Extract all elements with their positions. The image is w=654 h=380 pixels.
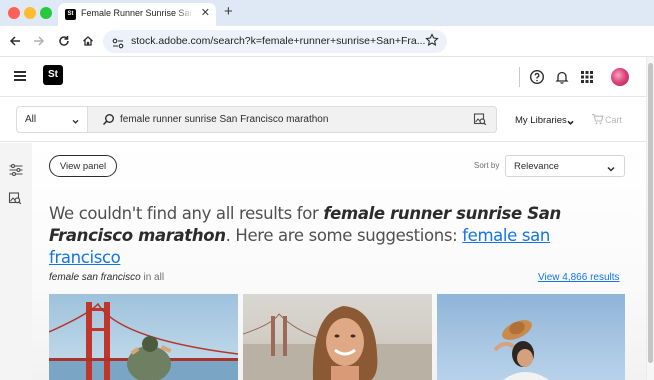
sort-by-label: Sort by bbox=[474, 161, 500, 170]
close-tab-icon[interactable]: ✕ bbox=[201, 7, 210, 19]
cart-icon[interactable] bbox=[591, 112, 604, 130]
golden-gate-photo bbox=[49, 302, 238, 380]
view-results-link[interactable]: View 4,866 results bbox=[538, 272, 620, 283]
visual-search-rail-icon[interactable] bbox=[8, 191, 24, 207]
search-scope-label: All bbox=[25, 114, 37, 125]
chevron-down-icon[interactable] bbox=[566, 114, 575, 132]
my-libraries-button[interactable]: My Libraries bbox=[515, 115, 567, 126]
main-content: View panel Sort by Relevance We couldn't… bbox=[32, 143, 646, 380]
filters-icon[interactable] bbox=[8, 162, 24, 178]
search-scope-select[interactable]: All bbox=[17, 107, 88, 132]
sort-value: Relevance bbox=[514, 161, 559, 172]
no-results-prefix: We couldn't find any all results for bbox=[49, 204, 324, 223]
adobe-stock-favicon-icon: St bbox=[65, 9, 76, 20]
no-results-middle: . Here are some suggestions: bbox=[225, 226, 463, 245]
sort-select[interactable]: Relevance bbox=[505, 155, 625, 177]
address-bar[interactable]: stock.adobe.com/search?k=female+runner+s… bbox=[103, 30, 447, 53]
page-scrollbar[interactable] bbox=[646, 57, 654, 380]
forward-icon[interactable] bbox=[31, 33, 47, 49]
search-box: All female runner sunrise San Francisco … bbox=[16, 106, 497, 133]
chevron-down-icon bbox=[71, 113, 80, 131]
scrollbar-thumb[interactable] bbox=[648, 63, 653, 363]
search-row: All female runner sunrise San Francisco … bbox=[0, 98, 654, 142]
view-panel-button[interactable]: View panel bbox=[49, 155, 117, 177]
site-settings-icon[interactable] bbox=[112, 36, 124, 54]
no-results-message: We couldn't find any all results for fem… bbox=[49, 203, 624, 269]
browser-toolbar: stock.adobe.com/search?k=female+runner+s… bbox=[0, 26, 654, 57]
smiling-woman-photo bbox=[243, 306, 432, 380]
window-close-button[interactable] bbox=[8, 7, 20, 19]
tab-title: Female Runner Sunrise San Francisco bbox=[81, 8, 193, 18]
new-tab-icon[interactable]: + bbox=[224, 4, 233, 20]
visual-search-icon[interactable] bbox=[473, 112, 487, 131]
url-text: stock.adobe.com/search?k=female+runner+s… bbox=[131, 35, 426, 47]
bell-icon[interactable] bbox=[554, 69, 570, 85]
suggestion-section-title: female san francisco in all bbox=[49, 272, 164, 283]
header-divider bbox=[519, 67, 520, 87]
chevron-down-icon bbox=[606, 161, 616, 179]
help-icon[interactable] bbox=[529, 69, 545, 85]
suggestion-term: female san francisco bbox=[49, 272, 141, 283]
window-minimize-button[interactable] bbox=[24, 7, 36, 19]
reload-icon[interactable] bbox=[56, 33, 72, 49]
result-thumbnail[interactable] bbox=[243, 294, 432, 380]
result-thumbnail[interactable] bbox=[437, 294, 625, 380]
suggestion-scope: in all bbox=[140, 272, 165, 283]
woman-with-hat-photo bbox=[493, 320, 549, 380]
search-input[interactable]: female runner sunrise San Francisco mara… bbox=[120, 114, 328, 125]
back-icon[interactable] bbox=[7, 33, 23, 49]
home-icon[interactable] bbox=[80, 33, 96, 49]
menu-icon[interactable] bbox=[14, 71, 26, 81]
result-thumbnail[interactable] bbox=[49, 294, 238, 380]
apps-grid-icon[interactable] bbox=[579, 69, 595, 85]
browser-tab-active[interactable]: St Female Runner Sunrise San Francisco ✕ bbox=[58, 3, 216, 26]
browser-tabbar: St Female Runner Sunrise San Francisco ✕… bbox=[0, 0, 654, 26]
avatar[interactable] bbox=[611, 68, 629, 86]
left-rail bbox=[0, 143, 32, 380]
window-zoom-button[interactable] bbox=[40, 7, 52, 19]
site-header: St bbox=[0, 57, 654, 97]
cart-label[interactable]: Cart bbox=[605, 115, 622, 125]
bookmark-star-icon[interactable] bbox=[425, 33, 439, 52]
search-icon[interactable] bbox=[102, 113, 115, 131]
adobe-stock-logo[interactable]: St bbox=[43, 65, 63, 85]
